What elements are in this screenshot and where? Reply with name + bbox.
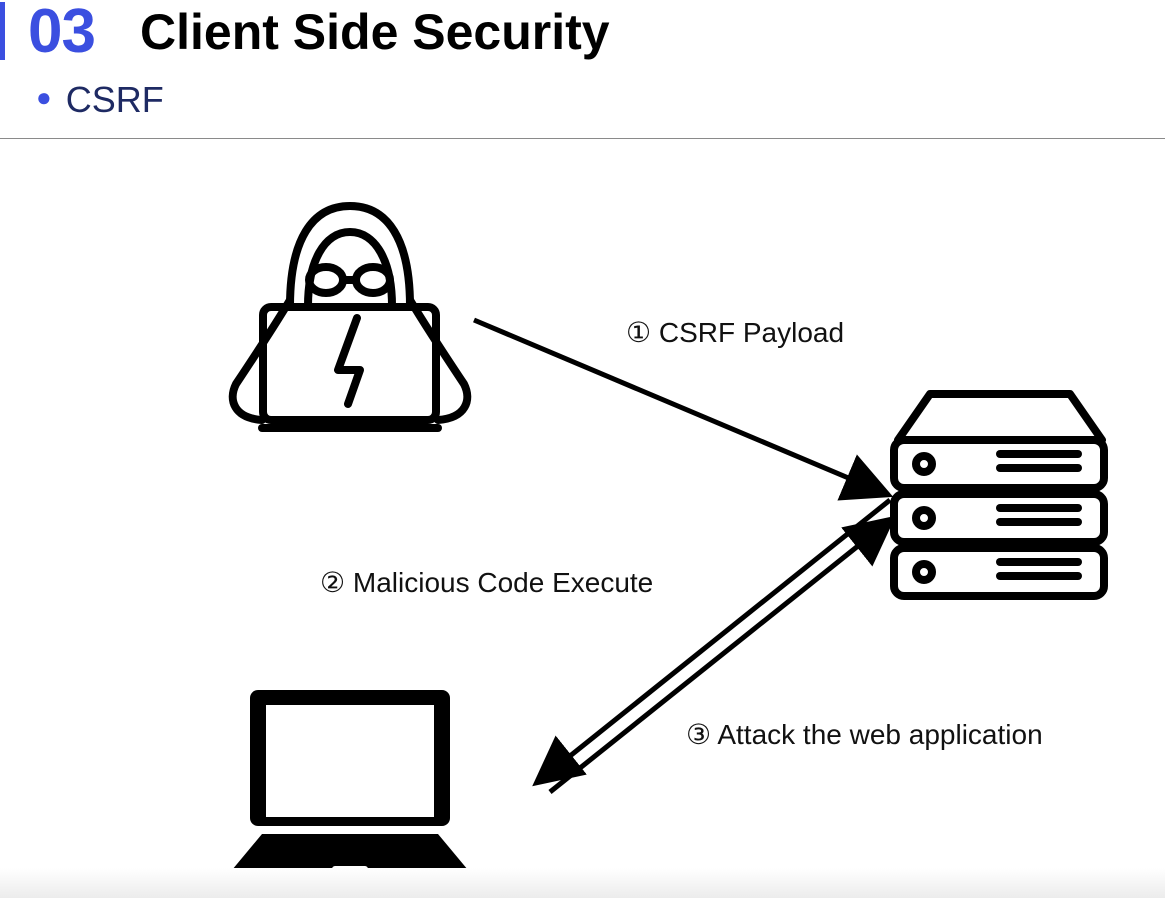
step-label-3: ③ Attack the web application	[686, 719, 1043, 750]
step-label-1: ① CSRF Payload	[626, 317, 845, 348]
footer-shade	[0, 868, 1165, 898]
csrf-diagram	[228, 202, 1108, 882]
laptop-icon	[231, 690, 469, 882]
server-icon	[890, 390, 1108, 600]
step-label-2: ② Malicious Code Execute	[320, 567, 654, 598]
hacker-icon	[228, 202, 472, 432]
